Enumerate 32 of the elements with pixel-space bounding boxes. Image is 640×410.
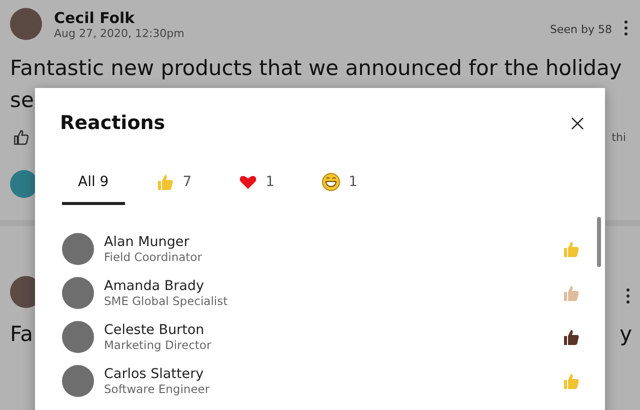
avatar — [62, 277, 94, 309]
more-icon[interactable] — [624, 20, 628, 36]
person-role: SME Global Specialist — [104, 294, 229, 308]
laughing-face-icon — [320, 172, 341, 192]
person-role: Field Coordinator — [104, 250, 203, 264]
close-icon[interactable] — [571, 116, 584, 130]
post-time: Aug 27, 2020, 12:30pm — [54, 26, 184, 40]
reaction-tab[interactable]: 1 — [222, 164, 291, 205]
person-name: Carlos Slattery — [104, 366, 205, 382]
reaction-tab[interactable]: 7 — [138, 164, 208, 205]
person-role: Software Engineer — [104, 382, 211, 396]
post-text: se — [9, 87, 35, 114]
more-icon[interactable] — [626, 288, 630, 304]
person-role: Marketing Director — [104, 338, 212, 352]
scrollbar[interactable] — [597, 217, 601, 267]
avatar — [62, 321, 94, 353]
person-name: Amanda Brady — [104, 278, 205, 294]
post-text: Fantastic new products that we announced for the holiday — [9, 55, 623, 82]
avatar — [10, 8, 42, 40]
side-text: thi — [612, 130, 627, 144]
dialog-title: Reactions — [60, 112, 166, 134]
reaction-tab[interactable]: 1 — [304, 164, 374, 205]
reaction-tab[interactable]: All 9 — [62, 164, 125, 205]
avatar — [62, 233, 94, 265]
post-text: y — [618, 321, 632, 348]
person-name: Alan Munger — [104, 234, 190, 250]
post-text: Fa — [9, 321, 34, 348]
thumbs-up-icon[interactable] — [12, 128, 30, 146]
author-name: Cecil Folk — [54, 8, 136, 26]
seen-count: Seen by 58 — [550, 22, 612, 36]
avatar — [62, 365, 94, 397]
person-name: Celeste Burton — [104, 322, 206, 338]
